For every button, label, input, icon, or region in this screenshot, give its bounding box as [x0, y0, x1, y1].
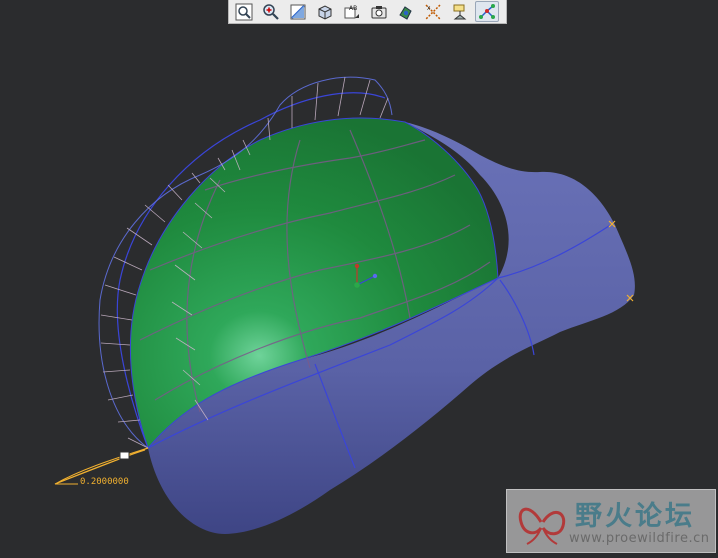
datum-display-icon: X [425, 3, 441, 20]
zoom-fit-icon [235, 3, 253, 20]
dimension-value-label[interactable]: 0.2000000 [80, 477, 129, 487]
saved-views-icon: AB [344, 5, 359, 18]
display-style-button[interactable] [313, 1, 337, 22]
repaint-icon [290, 4, 306, 19]
zoom-in-button[interactable] [259, 1, 283, 22]
watermark-title: 野火论坛 [575, 501, 695, 532]
datum-display-button[interactable]: X [421, 1, 445, 22]
watermark-url: www.proewildfire.cn [569, 531, 710, 546]
butterfly-logo-icon [518, 507, 566, 545]
annotation-display-button[interactable] [448, 1, 472, 22]
spin-center-icon [399, 5, 412, 20]
camera-icon [371, 5, 387, 18]
curve-analysis-icon [479, 3, 495, 19]
svg-text:X: X [427, 6, 431, 12]
annotation-icon [453, 4, 467, 19]
refit-view-button[interactable] [232, 1, 256, 22]
forum-watermark: 野火论坛 www.proewildfire.cn [506, 489, 716, 553]
graphics-toolbar: AB X [228, 0, 507, 24]
spin-center-button[interactable] [394, 1, 418, 22]
display-style-icon [318, 4, 332, 20]
screenshot-button[interactable] [367, 1, 391, 22]
repaint-button[interactable] [286, 1, 310, 22]
svg-text:AB: AB [349, 5, 357, 12]
curve-analysis-button[interactable] [475, 1, 499, 22]
zoom-in-icon [263, 3, 279, 20]
saved-views-button[interactable]: AB [340, 1, 364, 22]
